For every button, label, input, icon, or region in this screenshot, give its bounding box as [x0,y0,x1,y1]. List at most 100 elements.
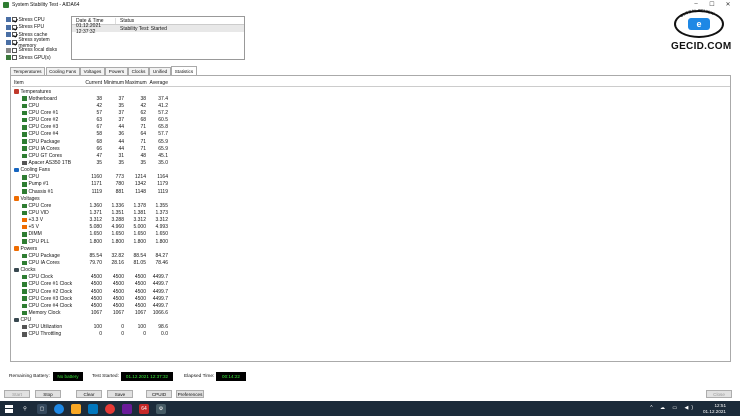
save-button[interactable]: Save [107,390,133,398]
cell-minimum: 4500 [112,274,124,281]
tab-clocks[interactable]: Clocks [128,67,149,75]
tab-temperatures[interactable]: Temperatures [10,67,46,75]
table-row[interactable]: CPU Clock 4500 4500 4500 4499.7 [12,274,730,281]
close-button[interactable]: Close [706,390,732,398]
start-button[interactable]: Start [4,390,30,398]
table-row[interactable]: Motherboard 38 37 38 37.4 [12,95,730,102]
tab-powers[interactable]: Powers [105,67,128,75]
cell-maximum: 4500 [134,274,146,281]
table-row[interactable]: CPU Core #3 Clock 4500 4500 4500 4499.7 [12,295,730,302]
table-row[interactable]: +3.3 V 3.312 3.288 3.312 3.312 [12,217,730,224]
table-row[interactable]: Apacer AS350 1TB 35 35 35 35.0 [12,159,730,166]
table-group-row[interactable]: Cooling Fans [12,167,730,174]
table-row[interactable]: Pump #1 1171 780 1342 1179 [12,181,730,188]
table-group-row[interactable]: Voltages [12,195,730,202]
search-icon[interactable]: ⚲ [20,404,30,414]
table-row[interactable]: CPU Core #4 Clock 4500 4500 4500 4499.7 [12,302,730,309]
table-row[interactable]: DIMM 1.650 1.650 1.650 1.650 [12,231,730,238]
table-row[interactable]: CPU Core #3 67 44 71 65.8 [12,124,730,131]
test-started-label: Test Started: [92,374,119,379]
task-view-icon[interactable]: ▢ [37,403,47,414]
row-name: CPU Clock [12,274,81,280]
taskbar-clock[interactable]: 12:51 01.12.2021 [703,403,726,414]
table-row[interactable]: CPU 1160 773 1214 1164 [12,174,730,181]
stress-cache-checkbox[interactable] [12,32,17,38]
cell-average: 37.4 [158,95,168,102]
row-name: CPU Package [12,253,81,259]
table-row[interactable]: CPU IA Cores 79.70 28.16 81.05 78.46 [12,259,730,266]
table-group-row[interactable]: Temperatures [12,88,730,95]
status-log-datetime: 01.12.2021 12:37:32 [76,22,102,35]
store-icon[interactable] [88,403,98,414]
table-row[interactable]: Chassis #1 1119 881 1148 1119 [12,188,730,195]
stress-cpu-option[interactable]: Stress CPU [6,16,68,24]
opera-icon[interactable] [105,403,115,414]
table-row[interactable]: CPU Package 85.54 32.82 88.54 84.27 [12,252,730,259]
cell-average: 1.650 [155,231,168,238]
window-titlebar[interactable]: System Stability Test - AIDA64 – ☐ ✕ [0,0,740,10]
table-row[interactable]: CPU GT Cores 47 31 48 45.1 [12,152,730,159]
statistics-panel[interactable]: Item Current Minimum Maximum Average Tem… [10,75,731,362]
table-row[interactable]: +5 V 5.080 4.960 5.000 4.993 [12,224,730,231]
col-minimum[interactable]: Minimum [103,80,125,86]
maximize-button[interactable]: ☐ [704,1,720,8]
close-window-button[interactable]: ✕ [720,1,736,8]
stress-cpu-checkbox[interactable] [12,17,17,23]
settings-icon[interactable]: ⚙ [156,403,166,414]
table-row[interactable]: CPU PLL 1.800 1.800 1.800 1.800 [12,238,730,245]
tab-voltages[interactable]: Voltages [80,67,105,75]
edge-browser-icon[interactable] [54,403,64,414]
table-row[interactable]: CPU IA Cores 66 44 71 65.9 [12,145,730,152]
table-group-row[interactable]: CPU [12,317,730,324]
table-row[interactable]: CPU Core #2 63 37 68 60.5 [12,117,730,124]
stress-memory-checkbox[interactable] [11,40,17,46]
table-row[interactable]: CPU Core #4 58 36 64 57.7 [12,131,730,138]
tab-cooling-fans[interactable]: Cooling Fans [45,67,80,75]
minimize-button[interactable]: – [688,1,704,8]
col-item[interactable]: Item [12,80,81,86]
table-group-row[interactable]: Powers [12,245,730,252]
table-row[interactable]: CPU Throttling 0 0 0 0.0 [12,331,730,338]
row-name: CPU [12,174,81,180]
stress-gpu-checkbox[interactable] [12,55,17,61]
stress-fpu-checkbox[interactable] [12,24,17,30]
table-row[interactable]: CPU VID 1.371 1.351 1.381 1.373 [12,209,730,216]
app-icon[interactable] [122,403,132,414]
stress-fpu-option[interactable]: Stress FPU [6,24,68,32]
windows-start-icon[interactable] [5,404,13,413]
tab-statistics[interactable]: Statistics [171,66,197,75]
cell-current: 58 [96,131,102,138]
table-row[interactable]: CPU Core #1 Clock 4500 4500 4500 4499.7 [12,281,730,288]
status-log[interactable]: Date & Time Status 01.12.2021 12:37:32 S… [71,16,245,60]
stop-button[interactable]: Stop [35,390,61,398]
table-row[interactable]: Memory Clock 1067 1067 1067 1066.6 [12,309,730,316]
aida64-taskbar-icon[interactable]: 64 [139,403,149,414]
col-maximum[interactable]: Maximum [125,80,147,86]
stress-gpu-option[interactable]: Stress GPU(s) [6,54,68,62]
clear-button[interactable]: Clear [76,390,102,398]
stress-disks-checkbox[interactable] [12,47,17,53]
preferences-button[interactable]: Preferences [176,390,204,398]
file-explorer-icon[interactable] [71,403,81,414]
col-average[interactable]: Average [147,80,169,86]
table-row[interactable]: CPU Core 1.360 1.336 1.378 1.355 [12,202,730,209]
logo-ring-text-path: GLOBAL REVIEW [679,8,716,18]
status-log-row[interactable]: 01.12.2021 12:37:32 Stability Test: Star… [72,22,244,35]
cell-maximum: 4500 [134,302,146,309]
table-row[interactable]: CPU Core #1 57 37 62 57.2 [12,109,730,116]
system-tray-icons[interactable]: ^ ☁ ▭ ◀) [650,405,696,411]
cpuid-button[interactable]: CPUID [146,390,172,398]
row-name: CPU Utilization [12,324,81,330]
cell-minimum: 37 [118,109,124,116]
table-row[interactable]: CPU Utilization 100 0 100 98.6 [12,324,730,331]
table-row[interactable]: CPU Package 68 44 71 65.9 [12,138,730,145]
row-name: Chassis #1 [12,189,81,195]
stress-memory-option[interactable]: Stress system memory [6,37,68,49]
table-group-row[interactable]: Clocks [12,267,730,274]
table-row[interactable]: CPU 42 35 42 41.2 [12,102,730,109]
row-label: CPU IA Cores [28,145,60,152]
col-current[interactable]: Current [81,80,103,86]
tab-unified[interactable]: Unified [149,67,171,75]
cpu-icon [22,146,27,151]
table-row[interactable]: CPU Core #2 Clock 4500 4500 4500 4499.7 [12,288,730,295]
